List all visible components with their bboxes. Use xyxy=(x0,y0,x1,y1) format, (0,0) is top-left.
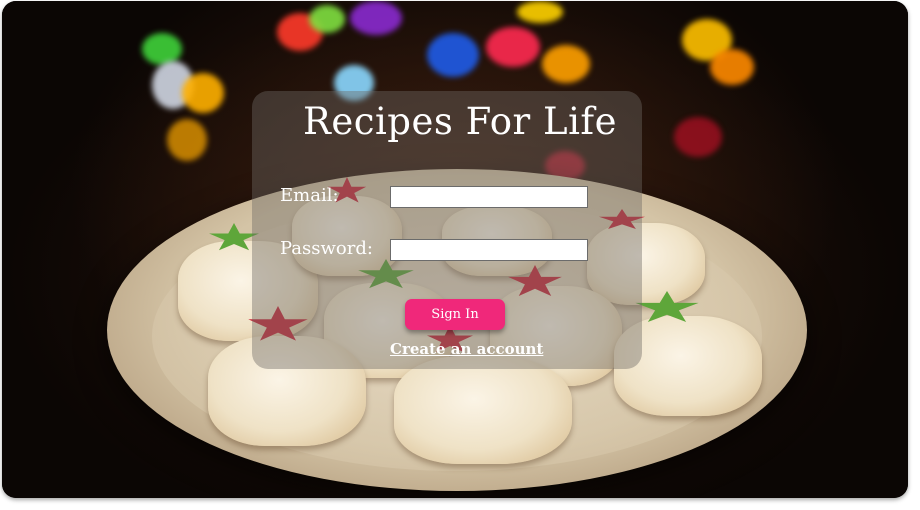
password-label: Password: xyxy=(280,238,373,259)
sign-in-button[interactable]: Sign In xyxy=(405,299,505,330)
create-account-link[interactable]: Create an account xyxy=(390,340,543,358)
email-label: Email: xyxy=(280,185,339,206)
app-title: Recipes For Life xyxy=(302,100,617,143)
email-input[interactable] xyxy=(390,186,588,208)
password-input[interactable] xyxy=(390,239,588,261)
